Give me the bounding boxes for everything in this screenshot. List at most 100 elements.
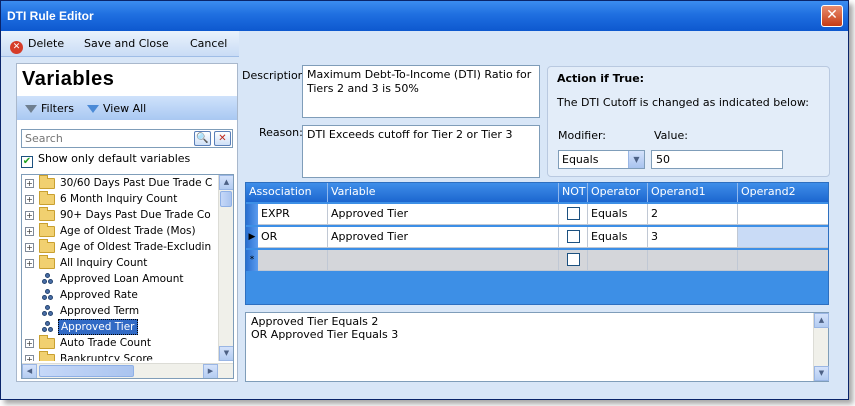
column-header-operator[interactable]: Operator: [588, 183, 648, 202]
folder-icon: [39, 207, 55, 221]
clear-search-icon[interactable]: ✕: [214, 131, 231, 146]
description-field[interactable]: Maximum Debt-To-Income (DTI) Ratio for T…: [302, 65, 540, 118]
variables-title: Variables: [22, 68, 115, 90]
variables-tree: +30/60 Days Past Due Trade C +6 Month In…: [21, 174, 234, 379]
expand-icon[interactable]: +: [25, 211, 34, 220]
vertical-scroll-thumb[interactable]: [220, 191, 232, 207]
chevron-down-icon[interactable]: ▼: [628, 151, 644, 168]
search-icon[interactable]: 🔍: [194, 131, 211, 146]
tree-horizontal-scrollbar[interactable]: ◀ ▶: [22, 363, 233, 378]
variable-node-icon: [42, 273, 54, 285]
tree-item[interactable]: + Auto Trade Count: [22, 335, 218, 351]
search-input[interactable]: [22, 130, 190, 147]
horizontal-scroll-thumb[interactable]: [39, 365, 134, 377]
window-title: DTI Rule Editor: [7, 9, 94, 23]
operand1-cell[interactable]: 3: [648, 227, 738, 248]
new-row[interactable]: *: [246, 250, 828, 271]
tree-item[interactable]: Approved Term: [22, 303, 218, 319]
variables-tree-list: +30/60 Days Past Due Trade C +6 Month In…: [22, 175, 218, 361]
conditions-grid: Association Variable NOT Operator Operan…: [245, 182, 829, 305]
filter-icon: [25, 105, 37, 113]
table-row[interactable]: ▶ OR Approved Tier Equals 3: [246, 227, 828, 248]
tree-item[interactable]: +6 Month Inquiry Count: [22, 191, 218, 207]
tree-item[interactable]: + Age of Oldest Trade (Mos): [22, 223, 218, 239]
tree-item[interactable]: + Bankruptcy Score: [22, 351, 218, 361]
column-header-variable[interactable]: Variable: [328, 183, 559, 202]
value-input[interactable]: 50: [651, 150, 783, 169]
tree-item[interactable]: Approved Loan Amount: [22, 271, 218, 287]
tree-item-selected[interactable]: Approved Tier: [22, 319, 218, 335]
variable-cell[interactable]: Approved Tier: [328, 204, 559, 225]
operand2-cell[interactable]: [738, 204, 828, 225]
cancel-button[interactable]: Cancel: [190, 37, 227, 50]
tree-item[interactable]: + Age of Oldest Trade-Excludin: [22, 239, 218, 255]
association-cell[interactable]: OR: [258, 227, 328, 248]
scroll-down-icon[interactable]: ▼: [219, 346, 233, 361]
scroll-up-icon[interactable]: ▲: [219, 175, 233, 190]
modifier-select[interactable]: Equals ▼: [558, 150, 645, 169]
view-all-button[interactable]: View All: [87, 102, 146, 115]
operator-cell[interactable]: Equals: [588, 227, 648, 248]
checkmark-icon: ✔: [21, 156, 33, 168]
variable-node-icon: [42, 321, 54, 333]
operator-cell[interactable]: [588, 250, 648, 271]
reason-field[interactable]: DTI Exceeds cutoff for Tier 2 or Tier 3: [302, 125, 540, 178]
expand-icon[interactable]: +: [25, 195, 34, 204]
variable-cell[interactable]: [328, 250, 559, 271]
delete-label: Delete: [28, 37, 65, 50]
scroll-right-icon[interactable]: ▶: [203, 364, 218, 378]
tree-item[interactable]: +30/60 Days Past Due Trade C: [22, 175, 218, 191]
tree-item[interactable]: +90+ Days Past Due Trade Co: [22, 207, 218, 223]
current-row-indicator-icon[interactable]: ▶: [246, 227, 258, 248]
scroll-up-icon[interactable]: ▲: [814, 313, 829, 328]
tree-vertical-scrollbar[interactable]: ▲ ▼: [218, 175, 233, 361]
operand2-cell[interactable]: [738, 250, 828, 271]
association-cell[interactable]: EXPR: [258, 204, 328, 225]
operator-cell[interactable]: Equals: [588, 204, 648, 225]
expand-icon[interactable]: +: [25, 355, 34, 361]
scroll-down-icon[interactable]: ▼: [814, 366, 829, 381]
variable-cell[interactable]: Approved Tier: [328, 227, 559, 248]
operand2-cell[interactable]: [738, 227, 828, 248]
expand-icon[interactable]: +: [25, 259, 34, 268]
new-row-icon[interactable]: *: [246, 250, 258, 271]
delete-icon: ✕: [10, 41, 23, 54]
column-header-operand2[interactable]: Operand2: [738, 183, 828, 202]
association-cell[interactable]: [258, 250, 328, 271]
operand1-cell[interactable]: 2: [648, 204, 738, 225]
column-header-association[interactable]: Association: [246, 183, 328, 202]
save-and-close-button[interactable]: Save and Close: [84, 37, 169, 50]
delete-button[interactable]: ✕ Delete: [10, 37, 64, 54]
dti-rule-editor-window: DTI Rule Editor ✕ ✕ Delete Save and Close…: [0, 0, 849, 400]
rule-summary-text: Approved Tier Equals 2 OR Approved Tier …: [251, 315, 399, 341]
action-title: Action if True:: [557, 72, 645, 85]
folder-icon: [39, 223, 55, 237]
title-bar[interactable]: DTI Rule Editor ✕: [1, 1, 848, 31]
grid-header: Association Variable NOT Operator Operan…: [246, 183, 828, 202]
show-default-variables-checkbox[interactable]: ✔ Show only default variables: [21, 152, 190, 168]
operand1-cell[interactable]: [648, 250, 738, 271]
table-row[interactable]: EXPR Approved Tier Equals 2: [246, 204, 828, 225]
tree-item[interactable]: + All Inquiry Count: [22, 255, 218, 271]
expand-icon[interactable]: +: [25, 339, 34, 348]
folder-icon: [39, 255, 55, 269]
not-checkbox[interactable]: [567, 230, 580, 243]
expand-icon[interactable]: +: [25, 243, 34, 252]
reason-label: Reason:: [259, 126, 303, 139]
column-header-not[interactable]: NOT: [559, 183, 588, 202]
expand-icon[interactable]: +: [25, 179, 34, 188]
value-label: Value:: [654, 129, 688, 142]
expand-icon[interactable]: +: [25, 227, 34, 236]
summary-vertical-scrollbar[interactable]: ▲ ▼: [813, 313, 829, 381]
not-checkbox[interactable]: [567, 207, 580, 220]
tree-item[interactable]: Approved Rate: [22, 287, 218, 303]
variables-panel: Variables Filters View All 🔍 ✕ ✔ Show onl…: [16, 63, 238, 382]
modifier-label: Modifier:: [558, 129, 606, 142]
not-checkbox[interactable]: [567, 253, 580, 266]
scroll-left-icon[interactable]: ◀: [22, 364, 37, 378]
column-header-operand1[interactable]: Operand1: [648, 183, 738, 202]
filters-button[interactable]: Filters: [25, 102, 74, 115]
folder-icon: [39, 239, 55, 253]
close-button[interactable]: ✕: [821, 5, 843, 27]
row-header[interactable]: [246, 204, 258, 225]
